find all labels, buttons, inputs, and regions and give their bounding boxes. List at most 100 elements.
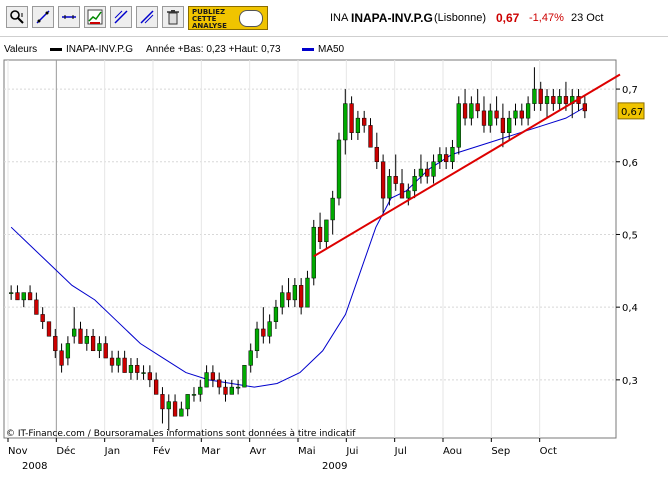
candle-body [261,328,266,337]
candle-body [229,386,234,395]
candle-body [507,117,512,133]
candle-body [393,176,398,184]
candle-body [27,292,33,301]
candle-body [582,103,587,112]
candle-body [456,103,461,148]
candle-body [551,96,556,104]
x-axis: Nov Déc Jan Fév Mar Avr Mai Jui Jul Aou Sep Oct 2008… [7,438,557,472]
candle-body [362,117,367,126]
candle-body [84,335,89,344]
candle-body [481,110,487,126]
candle-body [116,357,121,366]
candle-body [380,161,386,199]
candle-body [78,328,83,344]
x-tick-label: Jan [104,446,120,457]
candle-body [46,321,52,337]
candle-body [122,357,127,373]
candle-body [292,285,297,301]
candle-body [311,226,316,279]
candle-body [563,96,569,104]
x-tick-label: Sep [491,446,510,457]
candle-body [349,103,354,133]
candle-body [374,146,379,163]
candle-body [21,292,26,301]
candle-body [343,103,348,141]
candle-body [204,372,209,388]
candle-body [538,88,543,104]
candle-body [399,183,405,199]
candle-body [242,365,247,388]
candle-body [135,365,140,373]
candle-body [217,379,222,388]
candle-body [557,96,562,104]
y-axis: 0,7 0,6 0,5 0,4 0,3 0,67 [616,85,645,387]
candle-body [72,328,77,337]
candle-body [450,146,455,163]
candle-body [336,139,342,199]
candle-body [299,285,304,308]
y-tick-label: 0,5 [622,230,638,241]
candle-body [166,401,171,410]
candle-body [97,343,102,352]
candle-body [154,379,159,395]
x-tick-label: Nov [8,446,28,457]
last-price-label: 0,67 [621,107,643,118]
candle-body [198,386,203,395]
x-tick-label: Mar [201,446,221,457]
candle-body [273,306,279,322]
candle-body [280,292,285,308]
candle-body [141,372,146,374]
candle-body [160,394,165,410]
candle-body [286,292,291,301]
candle-body [59,350,64,366]
candle-body [469,103,474,119]
candle-body [223,386,228,395]
y-tick-label: 0,7 [622,85,638,96]
candle-body [172,401,178,417]
x-tick-label: Avr [250,446,267,457]
candle-body [475,103,480,112]
candle-body [488,110,493,126]
x-tick-label: Mai [298,446,316,457]
candle-body [494,110,499,119]
candle-body [406,190,411,199]
candle-body [305,277,310,308]
candle-body [462,103,468,119]
candle-body [519,110,524,119]
y-tick-label: 0,3 [622,376,638,387]
price-chart[interactable]: 0,7 0,6 0,5 0,4 0,3 0,67 Nov Déc Jan Fév Mar Avr Ma… [0,0,668,479]
candle-body [254,328,260,352]
year-label: 2009 [322,461,347,472]
candle-body [500,117,506,133]
candle-body [418,168,424,177]
candle-body [65,343,71,359]
candle-body [103,343,108,359]
y-tick-label: 0,4 [622,303,638,314]
candle-body [90,335,96,352]
candle-body [191,394,197,396]
candle-body [34,299,39,315]
x-tick-label: Jui [345,446,358,457]
candle-body [513,110,518,119]
x-tick-label: Déc [56,445,75,457]
x-tick-label: Aou [443,446,462,457]
candle-body [544,96,550,104]
candle-body [179,408,184,417]
candle-body [40,314,45,322]
candle-body [128,365,134,373]
candle-body [53,335,58,352]
candle-body [412,176,417,192]
x-tick-label: Fév [153,445,170,457]
candle-body [368,125,373,148]
x-tick-label: Jul [394,446,407,457]
y-tick-label: 0,6 [622,158,638,169]
candle-body [330,197,335,221]
candle-body [525,103,531,119]
candle-body [387,176,392,199]
year-label: 2008 [22,461,47,472]
candle-body [425,168,430,177]
candle-body [317,226,323,242]
credit-text: © IT-Finance.com / BoursoramaLes informa… [6,428,356,439]
candle-body [109,357,115,366]
candle-body [9,292,14,294]
